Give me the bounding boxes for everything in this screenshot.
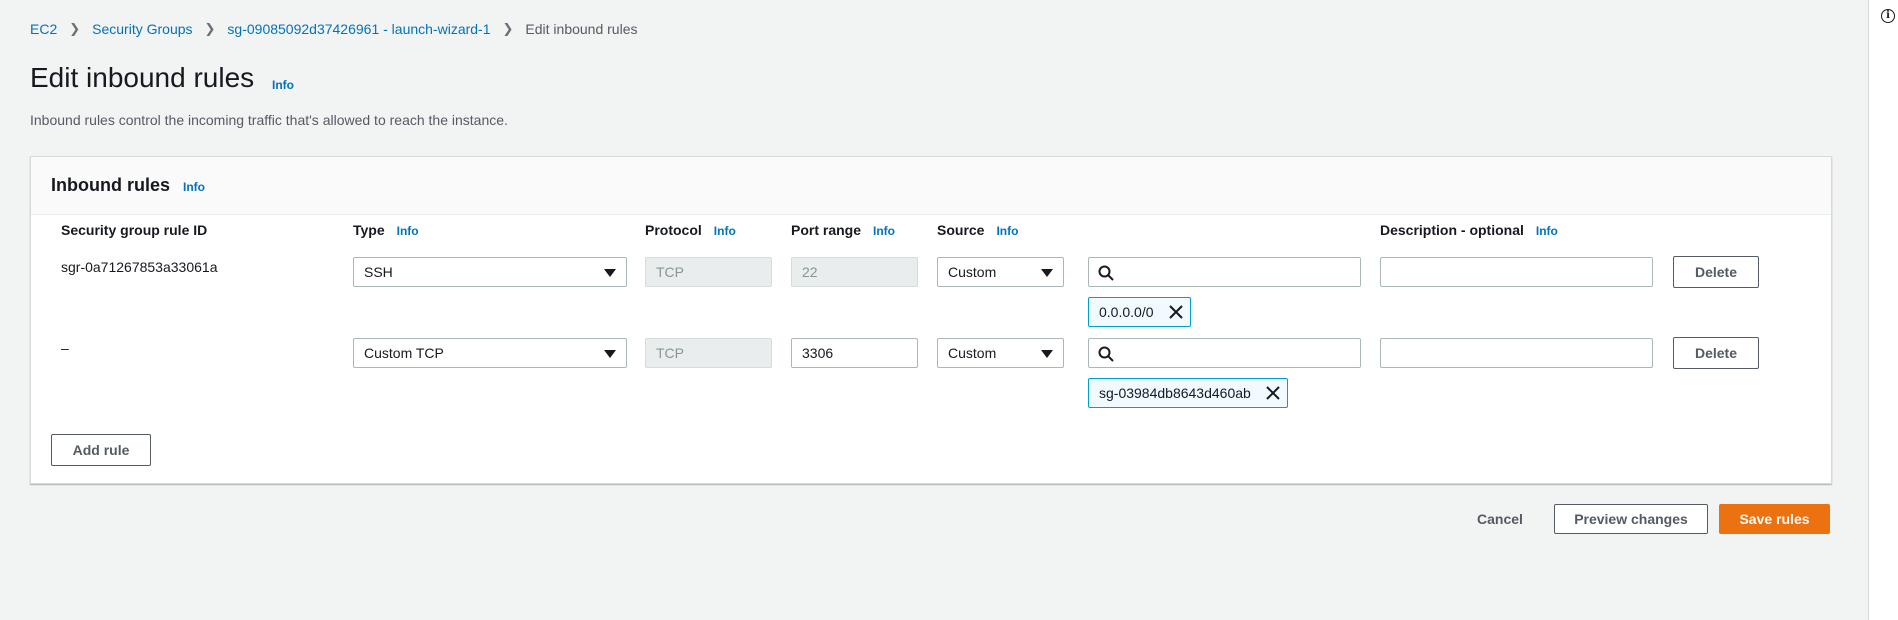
breadcrumb-ec2[interactable]: EC2 (30, 21, 57, 37)
column-source: Source Info (937, 222, 1018, 238)
column-port-range: Port range Info (791, 222, 895, 238)
column-description: Description - optional Info (1380, 222, 1558, 238)
page-description: Inbound rules control the incoming traff… (30, 112, 508, 128)
port-range-info-link[interactable]: Info (873, 224, 895, 238)
close-icon[interactable] (1266, 386, 1280, 400)
protocol-field-2: TCP (645, 338, 772, 368)
close-icon[interactable] (1168, 305, 1183, 319)
description-input-1[interactable] (1380, 257, 1653, 287)
source-token-1: 0.0.0.0/0 (1088, 297, 1191, 327)
caret-down-icon (604, 269, 616, 277)
preview-changes-button[interactable]: Preview changes (1554, 504, 1708, 534)
rule-id-2: – (61, 340, 69, 356)
description-input-2[interactable] (1380, 338, 1653, 368)
column-source-label: Source (937, 222, 985, 238)
source-token-2-label: sg-03984db8643d460ab (1099, 385, 1251, 401)
port-range-field-1: 22 (791, 257, 918, 287)
column-protocol: Protocol Info (645, 222, 736, 238)
source-token-1-label: 0.0.0.0/0 (1099, 304, 1154, 320)
rule-id-1: sgr-0a71267853a33061a (61, 259, 218, 275)
panel-title: Inbound rules (51, 175, 170, 195)
column-type-label: Type (353, 222, 385, 238)
breadcrumb-current: Edit inbound rules (525, 21, 638, 37)
help-panel-rail (1868, 0, 1898, 620)
panel-info-link[interactable]: Info (183, 180, 205, 194)
type-select-2-value: Custom TCP (364, 345, 444, 361)
column-rule-id-label: Security group rule ID (61, 222, 208, 238)
source-search-input-1[interactable] (1088, 257, 1361, 287)
main-content: EC2 ❯ Security Groups ❯ sg-09085092d3742… (0, 0, 1868, 620)
search-icon (1098, 346, 1114, 362)
title-info-link[interactable]: Info (272, 78, 294, 92)
port-range-input-2[interactable]: 3306 (791, 338, 918, 368)
inbound-rules-panel: Inbound rules Info Security group rule I… (30, 156, 1832, 484)
type-select-2[interactable]: Custom TCP (353, 338, 627, 368)
source-select-1-value: Custom (948, 264, 997, 280)
cancel-button[interactable]: Cancel (1464, 504, 1536, 534)
caret-down-icon (1041, 269, 1053, 277)
breadcrumb-security-group[interactable]: sg-09085092d37426961 - launch-wizard-1 (227, 21, 490, 37)
column-description-label: Description - optional (1380, 222, 1524, 238)
description-info-link[interactable]: Info (1536, 224, 1558, 238)
type-select-1[interactable]: SSH (353, 257, 627, 287)
save-rules-button[interactable]: Save rules (1719, 504, 1830, 534)
breadcrumb-security-groups[interactable]: Security Groups (92, 21, 192, 37)
column-rule-id: Security group rule ID (61, 222, 207, 238)
chevron-right-icon: ❯ (69, 21, 81, 36)
protocol-field-1: TCP (645, 257, 772, 287)
source-select-2[interactable]: Custom (937, 338, 1064, 368)
page-title: Edit inbound rules (30, 62, 255, 93)
caret-down-icon (1041, 350, 1053, 358)
source-select-1[interactable]: Custom (937, 257, 1064, 287)
protocol-info-link[interactable]: Info (714, 224, 736, 238)
type-info-link[interactable]: Info (397, 224, 419, 238)
caret-down-icon (604, 350, 616, 358)
delete-button-2[interactable]: Delete (1673, 337, 1759, 369)
search-icon (1098, 265, 1114, 281)
breadcrumb: EC2 ❯ Security Groups ❯ sg-09085092d3742… (30, 21, 637, 37)
info-icon[interactable]: i (1881, 9, 1895, 23)
type-select-1-value: SSH (364, 264, 393, 280)
chevron-right-icon: ❯ (502, 21, 514, 36)
column-port-range-label: Port range (791, 222, 862, 238)
chevron-right-icon: ❯ (204, 21, 216, 36)
panel-header: Inbound rules Info (31, 157, 1831, 215)
source-info-link[interactable]: Info (996, 224, 1018, 238)
column-protocol-label: Protocol (645, 222, 702, 238)
source-select-2-value: Custom (948, 345, 997, 361)
delete-button-1[interactable]: Delete (1673, 256, 1759, 288)
source-search-input-2[interactable] (1088, 338, 1361, 368)
source-token-2: sg-03984db8643d460ab (1088, 378, 1288, 408)
add-rule-button[interactable]: Add rule (51, 434, 151, 466)
column-type: Type Info (353, 222, 419, 238)
